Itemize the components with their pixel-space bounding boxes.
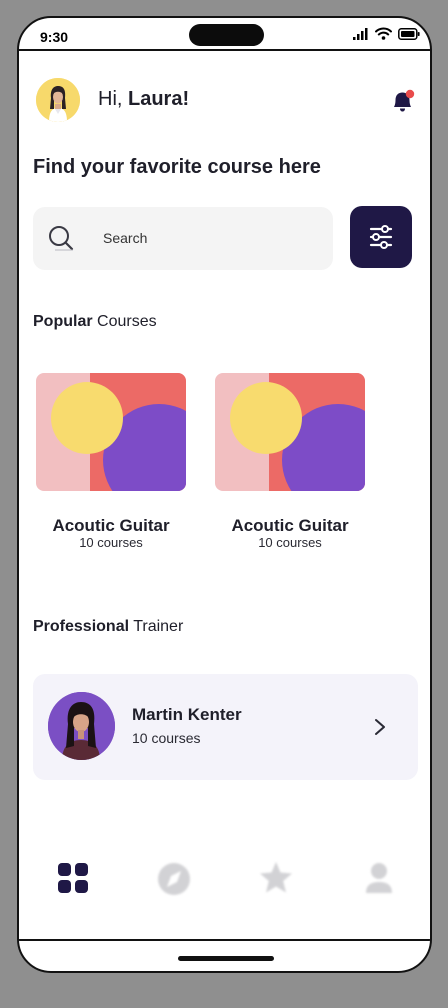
- greeting-text: Hi, Laura!: [98, 88, 189, 111]
- notification-button[interactable]: [390, 88, 416, 114]
- user-name: Laura!: [128, 88, 190, 110]
- nav-favorites[interactable]: [256, 858, 296, 898]
- nav-profile[interactable]: [359, 858, 399, 898]
- search-input[interactable]: [103, 227, 313, 249]
- bottom-divider: [19, 939, 430, 941]
- bottom-nav: [19, 858, 430, 902]
- battery-icon: [398, 27, 420, 40]
- filter-button[interactable]: [350, 206, 412, 268]
- user-avatar[interactable]: [36, 78, 80, 122]
- trainer-photo: [48, 692, 115, 760]
- course-count: 10 courses: [79, 535, 143, 550]
- signal-icon: [353, 27, 368, 40]
- course-thumbnail: [36, 373, 186, 491]
- nav-explore[interactable]: [154, 858, 194, 898]
- compass-icon: [158, 863, 190, 895]
- course-title: Acoutic Guitar: [231, 516, 349, 535]
- trainer-name: Martin Kenter: [132, 705, 242, 724]
- status-time: 9:30: [40, 29, 69, 45]
- user-photo: [36, 78, 80, 122]
- greeting-prefix: Hi,: [98, 88, 128, 110]
- course-thumbnail: [215, 373, 365, 491]
- popular-courses-heading: Popular Courses: [33, 313, 157, 331]
- trainer-title-bold: Professional: [33, 618, 130, 635]
- course-card[interactable]: Acoutic Guitar 10 courses: [215, 373, 365, 553]
- search-icon: [49, 226, 74, 251]
- popular-title-rest: Courses: [92, 313, 157, 330]
- popular-title-bold: Popular: [33, 313, 93, 330]
- status-bar: 9:30: [19, 18, 430, 51]
- status-icons: [353, 27, 420, 40]
- course-title: Acoutic Guitar: [52, 516, 170, 535]
- page-title: Find your favorite course here: [33, 156, 321, 178]
- trainer-title-rest: Trainer: [129, 618, 184, 635]
- course-card[interactable]: Acoutic Guitar 10 courses: [36, 373, 186, 553]
- dynamic-island: [189, 24, 264, 46]
- chevron-right-icon[interactable]: [372, 718, 388, 736]
- user-icon: [366, 863, 392, 893]
- star-icon: [260, 862, 292, 893]
- course-count: 10 courses: [258, 535, 322, 550]
- greeting-row: Hi, Laura!: [36, 78, 416, 124]
- trainer-course-count: 10 courses: [132, 730, 201, 746]
- trainer-card[interactable]: Martin Kenter 10 courses: [33, 674, 418, 780]
- nav-home[interactable]: [53, 858, 93, 898]
- grid-icon: [58, 863, 88, 893]
- trainer-avatar: [48, 692, 115, 760]
- phone-frame: 9:30 Hi, Laura! Find your favorite cours…: [17, 16, 432, 973]
- bell-icon: [394, 89, 415, 112]
- sliders-icon: [369, 225, 393, 249]
- home-indicator[interactable]: [178, 956, 274, 961]
- search-bar[interactable]: [33, 207, 333, 270]
- wifi-icon: [375, 27, 392, 40]
- trainer-heading: Professional Trainer: [33, 618, 183, 636]
